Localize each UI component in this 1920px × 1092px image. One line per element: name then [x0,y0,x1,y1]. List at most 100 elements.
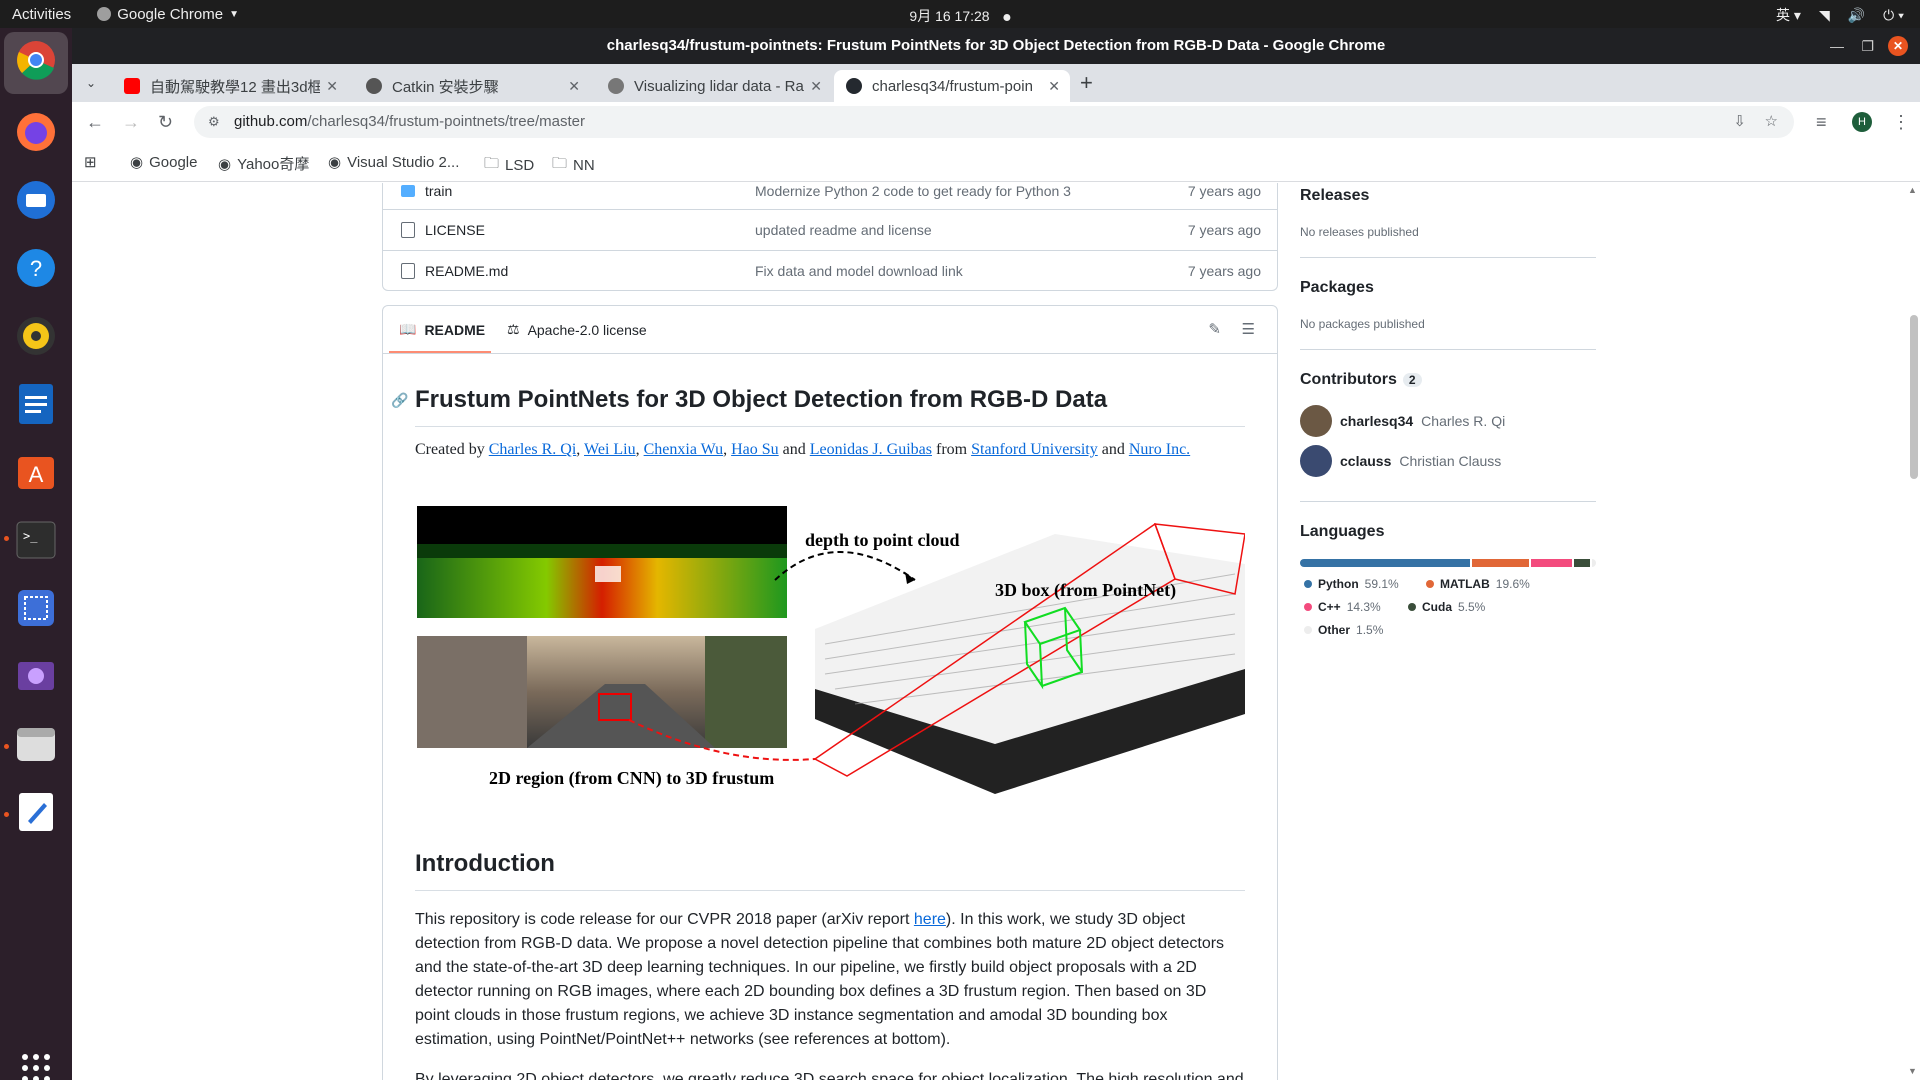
address-bar[interactable]: ⚙ github.com/charlesq34/frustum-pointnet… [194,106,1794,138]
tab-close-icon[interactable]: ✕ [326,78,338,95]
arxiv-link[interactable]: here [914,911,946,928]
contributor-item[interactable]: cclauss Christian Clauss [1300,445,1501,477]
commit-age: 7 years ago [1187,222,1261,238]
show-apps-grid-icon[interactable] [12,1044,60,1092]
introduction-heading: Introduction [415,850,555,877]
dock-thunderbird-icon[interactable] [12,176,60,224]
lang-dot [1304,603,1312,611]
dock-rhythmbox-icon[interactable] [12,312,60,360]
languages-bar [1300,559,1596,567]
back-icon[interactable]: ← [86,112,104,133]
readme-tabs: 📖 README ⚖ Apache-2.0 license ✎ ☰ [383,306,1277,354]
bookmark-visual-studio[interactable]: ◉ Visual Studio 2... [328,153,459,172]
table-row[interactable]: LICENSE updated readme and license 7 yea… [383,209,1277,250]
institution-link[interactable]: Nuro Inc. [1129,441,1190,458]
menu-kebab-icon[interactable]: ⋮ [1892,112,1910,133]
tab-search-chevron-icon[interactable]: ⌄ [86,76,96,90]
bookmark-star-icon[interactable]: ☆ [1765,106,1778,138]
tab-0[interactable]: 自動駕駛教學12 畫出3d框 ✕ [112,70,348,102]
lang-bar-matlab [1472,559,1529,567]
text: from [935,441,968,458]
power-icon[interactable]: ⏻ ▾ [1883,7,1904,24]
language-item[interactable]: Other 1.5% [1304,623,1383,637]
language-item[interactable]: Cuda 5.5% [1408,600,1485,614]
input-method-indicator[interactable]: 英 ▾ [1776,5,1801,25]
bookmark-yahoo[interactable]: ◉ Yahoo奇摩 [218,153,309,174]
media-control-icon[interactable]: ≡ [1816,112,1827,133]
bookmark-folder-lsd[interactable]: 🗀 LSD [484,153,534,178]
install-app-icon[interactable]: ⇩ [1733,106,1746,138]
clock[interactable]: 9月 16 17:28 [909,6,1011,26]
dock-writer-icon[interactable] [12,380,60,428]
dock-software-icon[interactable]: A [12,448,60,496]
system-tray[interactable]: 英 ▾ ◥ 🔊 ⏻ ▾ [1776,5,1904,25]
language-item[interactable]: Python 59.1% [1304,577,1399,591]
page-scrollbar[interactable]: ▲ ▼ [1906,183,1920,1080]
close-window-icon[interactable]: ✕ [1888,36,1908,56]
wifi-icon[interactable]: ◥ [1819,7,1830,24]
table-row[interactable]: train Modernize Python 2 code to get rea… [383,183,1277,212]
tab-close-icon[interactable]: ✕ [568,78,580,95]
tab-license[interactable]: ⚖ Apache-2.0 license [507,321,647,338]
dock-terminal-icon[interactable]: >_ [12,516,60,564]
dock-chrome-icon[interactable] [12,36,60,84]
app-menu[interactable]: Google Chrome ▼ [97,6,239,23]
dock-video-editor-icon[interactable] [12,652,60,700]
tab-3[interactable]: charlesq34/frustum-poin ✕ [834,70,1070,102]
intro-paragraph: This repository is code release for our … [415,908,1245,1052]
profile-avatar[interactable]: H [1852,112,1872,132]
dock-text-editor-icon[interactable] [12,788,60,836]
packages-heading[interactable]: Packages [1300,279,1374,297]
tab-readme[interactable]: 📖 README [399,321,485,338]
reload-icon[interactable]: ↻ [158,112,173,133]
minimize-icon[interactable]: — [1830,28,1844,64]
commit-message[interactable]: updated readme and license [755,222,932,238]
releases-heading[interactable]: Releases [1300,187,1369,205]
releases-text: No releases published [1300,225,1419,239]
file-name[interactable]: README.md [425,263,508,279]
tab-close-icon[interactable]: ✕ [810,78,822,95]
dock-help-icon[interactable]: ? [12,244,60,292]
edit-pencil-icon[interactable]: ✎ [1208,320,1221,338]
institution-link[interactable]: Stanford University [971,441,1098,458]
language-item[interactable]: MATLAB 19.6% [1426,577,1530,591]
maximize-icon[interactable]: ❐ [1861,28,1874,64]
input-method-label: 英 [1776,7,1791,23]
language-item[interactable]: C++ 14.3% [1304,600,1381,614]
author-link[interactable]: Charles R. Qi [489,441,577,458]
tab-1[interactable]: Catkin 安裝步驟 ✕ [354,70,590,102]
apps-grid-icon[interactable]: ⊞ [84,153,97,171]
bookmark-google[interactable]: ◉ Google [130,153,197,172]
anchor-link-icon[interactable]: 🔗 [391,392,408,409]
tab-close-icon[interactable]: ✕ [1048,78,1060,95]
forward-icon[interactable]: → [122,112,140,133]
scrollbar-thumb[interactable] [1910,315,1918,479]
bookmark-folder-nn[interactable]: 🗀 NN [552,153,595,178]
outline-list-icon[interactable]: ☰ [1242,320,1255,338]
dock-files-icon[interactable] [12,720,60,768]
commit-message[interactable]: Fix data and model download link [755,263,963,279]
contributors-heading[interactable]: Contributors 2 [1300,371,1422,389]
file-name[interactable]: LICENSE [425,222,485,238]
dock-screenshot-icon[interactable] [12,584,60,632]
site-info-icon[interactable]: ⚙ [208,106,220,138]
tab-2[interactable]: Visualizing lidar data - Ra ✕ [596,70,832,102]
contributor-item[interactable]: charlesq34 Charles R. Qi [1300,405,1505,437]
globe-icon: ◉ [328,154,342,171]
window-titlebar[interactable]: charlesq34/frustum-pointnets: Frustum Po… [72,28,1920,64]
volume-icon[interactable]: 🔊 [1848,7,1865,24]
author-link[interactable]: Wei Liu [584,441,636,458]
commit-message[interactable]: Modernize Python 2 code to get ready for… [755,183,1071,199]
author-link[interactable]: Leonidas J. Guibas [810,441,932,458]
author-link[interactable]: Hao Su [731,441,779,458]
clock-label: 9月 16 17:28 [909,8,990,24]
author-link[interactable]: Chenxia Wu [644,441,724,458]
dock-firefox-icon[interactable] [12,108,60,156]
activities-button[interactable]: Activities [0,6,83,23]
file-name[interactable]: train [425,183,452,199]
scroll-up-icon[interactable]: ▲ [1908,185,1917,195]
scroll-down-icon[interactable]: ▼ [1908,1066,1917,1076]
table-row[interactable]: README.md Fix data and model download li… [383,250,1277,291]
new-tab-icon[interactable]: + [1080,70,1093,96]
text: This repository is code release for our … [415,911,914,928]
